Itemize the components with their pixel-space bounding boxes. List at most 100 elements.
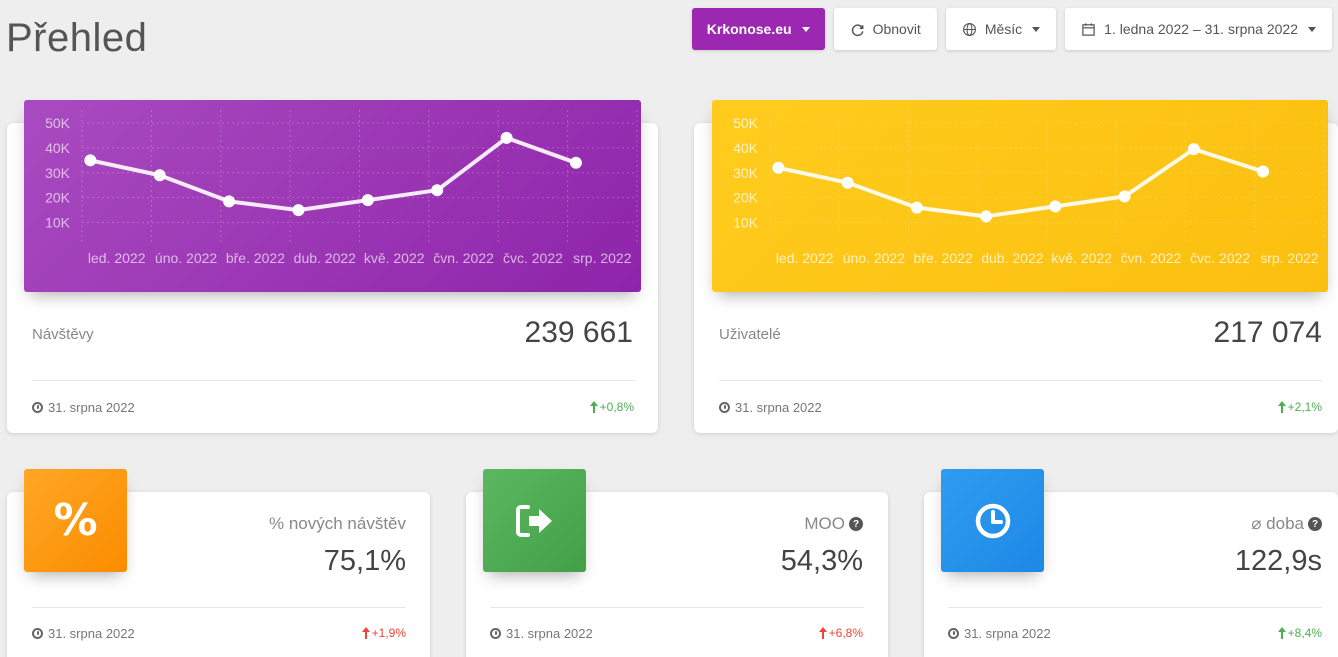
data-point — [980, 210, 993, 223]
sign-out-icon — [483, 469, 586, 572]
arrow-up-icon — [818, 627, 827, 639]
y-tick-label: 40K — [733, 140, 759, 156]
clock-icon — [32, 402, 43, 413]
bounce-change: +6,8% — [818, 626, 863, 640]
help-icon[interactable]: ? — [849, 517, 863, 531]
users-chart: 50K 40K 30K 20K 10K led. 2022 úno. 2022 bře. 20… — [712, 100, 1328, 292]
clock-icon — [719, 402, 730, 413]
x-tick-label: čvn. 2022 — [433, 250, 494, 266]
new-visits-title-text: % nových návštěv — [268, 514, 406, 533]
avg-time-change-text: +8,4% — [1287, 626, 1322, 640]
avg-time-title: ⌀ doba ? — [1251, 514, 1322, 534]
users-title: Uživatelé — [719, 326, 781, 343]
caret-down-icon — [1032, 26, 1041, 32]
x-tick-label: úno. 2022 — [155, 250, 217, 266]
x-tick-label: kvě. 2022 — [1051, 250, 1112, 266]
bounce-divider — [490, 607, 864, 608]
visits-chart: 50K 40K 30K 20K 10K led. 2022 úno. 2022 bře. 20… — [24, 100, 641, 292]
data-point — [772, 161, 785, 174]
y-tick-label: 20K — [733, 190, 759, 206]
arrow-up-icon — [589, 401, 598, 413]
date-range-button[interactable]: 1. ledna 2022 – 31. srpna 2022 — [1065, 8, 1332, 50]
bounce-change-text: +6,8% — [828, 626, 863, 640]
period-select-button[interactable]: Měsíc — [945, 8, 1057, 50]
visits-change-text: +0,8% — [599, 400, 634, 414]
users-value: 217 074 — [1213, 316, 1322, 349]
caret-down-icon — [801, 26, 810, 32]
data-point — [841, 176, 854, 189]
users-change-text: +2,1% — [1287, 400, 1322, 414]
data-point — [361, 194, 374, 207]
data-point — [153, 169, 166, 182]
data-point — [569, 156, 582, 169]
x-tick-label: srp. 2022 — [573, 250, 632, 266]
avg-time-date-text: 31. srpna 2022 — [964, 626, 1051, 641]
avg-time-title-text: ⌀ doba — [1251, 514, 1304, 533]
y-tick-label: 50K — [45, 115, 71, 131]
y-tick-label: 30K — [45, 165, 71, 181]
new-visits-divider — [32, 607, 406, 608]
page-title: Přehled — [6, 16, 148, 60]
arrow-up-icon — [361, 627, 370, 639]
percent-icon: % — [24, 469, 127, 572]
y-tick-label: 40K — [45, 140, 71, 156]
site-select-button[interactable]: Krkonose.eu — [691, 8, 825, 50]
y-tick-label: 20K — [45, 190, 71, 206]
y-tick-label: 50K — [733, 115, 759, 131]
clock-icon — [490, 628, 501, 639]
new-visits-title: % nových návštěv — [269, 514, 406, 534]
avg-time-value: 122,9s — [1234, 545, 1322, 577]
users-date: 31. srpna 2022 — [719, 400, 822, 415]
period-select-label: Měsíc — [984, 21, 1023, 37]
visits-title: Návštěvy — [32, 326, 94, 343]
x-tick-label: dub. 2022 — [981, 250, 1043, 266]
visits-date: 31. srpna 2022 — [32, 400, 135, 415]
new-visits-change-text: +1,9% — [371, 626, 406, 640]
new-visits-date: 31. srpna 2022 — [32, 626, 135, 641]
refresh-label: Obnovit — [872, 21, 921, 37]
data-point — [431, 184, 444, 197]
visits-value: 239 661 — [524, 316, 633, 349]
data-point — [1118, 190, 1131, 203]
clock-icon — [32, 628, 43, 639]
x-tick-label: úno. 2022 — [843, 250, 905, 266]
bounce-date-text: 31. srpna 2022 — [506, 626, 593, 641]
help-icon[interactable]: ? — [1308, 517, 1322, 531]
x-tick-label: čvc. 2022 — [1190, 250, 1250, 266]
x-tick-label: čvn. 2022 — [1121, 250, 1182, 266]
data-point — [223, 195, 236, 208]
toolbar: Krkonose.eu Obnovit Měsíc 1. ledna 2022 … — [691, 8, 1332, 50]
data-point — [84, 154, 97, 167]
data-point — [1257, 165, 1270, 178]
arrow-up-icon — [1277, 627, 1286, 639]
y-tick-label: 30K — [733, 165, 759, 181]
x-tick-label: dub. 2022 — [294, 250, 356, 266]
avg-time-change: +8,4% — [1277, 626, 1322, 640]
bounce-title: MOO ? — [804, 514, 863, 534]
users-chart-svg: 50K 40K 30K 20K 10K led. 2022 úno. 2022 bře. 20… — [733, 110, 1325, 266]
x-tick-label: kvě. 2022 — [364, 250, 425, 266]
visits-chart-svg: 50K 40K 30K 20K 10K led. 2022 úno. 2022 bře. 20… — [45, 110, 638, 266]
x-tick-label: bře. 2022 — [226, 250, 285, 266]
x-tick-label: led. 2022 — [88, 250, 146, 266]
avg-time-divider — [948, 607, 1322, 608]
globe-icon — [962, 22, 977, 37]
x-tick-label: čvc. 2022 — [503, 250, 563, 266]
x-tick-label: bře. 2022 — [914, 250, 973, 266]
visits-date-text: 31. srpna 2022 — [48, 400, 135, 415]
refresh-button[interactable]: Obnovit — [833, 8, 937, 50]
y-tick-label: 10K — [45, 215, 71, 231]
x-tick-label: srp. 2022 — [1260, 250, 1319, 266]
data-point — [1049, 200, 1062, 213]
caret-down-icon — [1308, 26, 1316, 32]
calendar-icon — [1081, 22, 1096, 37]
users-divider — [719, 380, 1322, 381]
new-visits-date-text: 31. srpna 2022 — [48, 626, 135, 641]
data-point — [500, 131, 513, 144]
bounce-date: 31. srpna 2022 — [490, 626, 593, 641]
y-tick-label: 10K — [733, 215, 759, 231]
clock-icon — [948, 628, 959, 639]
data-point — [292, 204, 305, 217]
visits-change: +0,8% — [589, 400, 634, 414]
new-visits-value: 75,1% — [323, 545, 406, 577]
